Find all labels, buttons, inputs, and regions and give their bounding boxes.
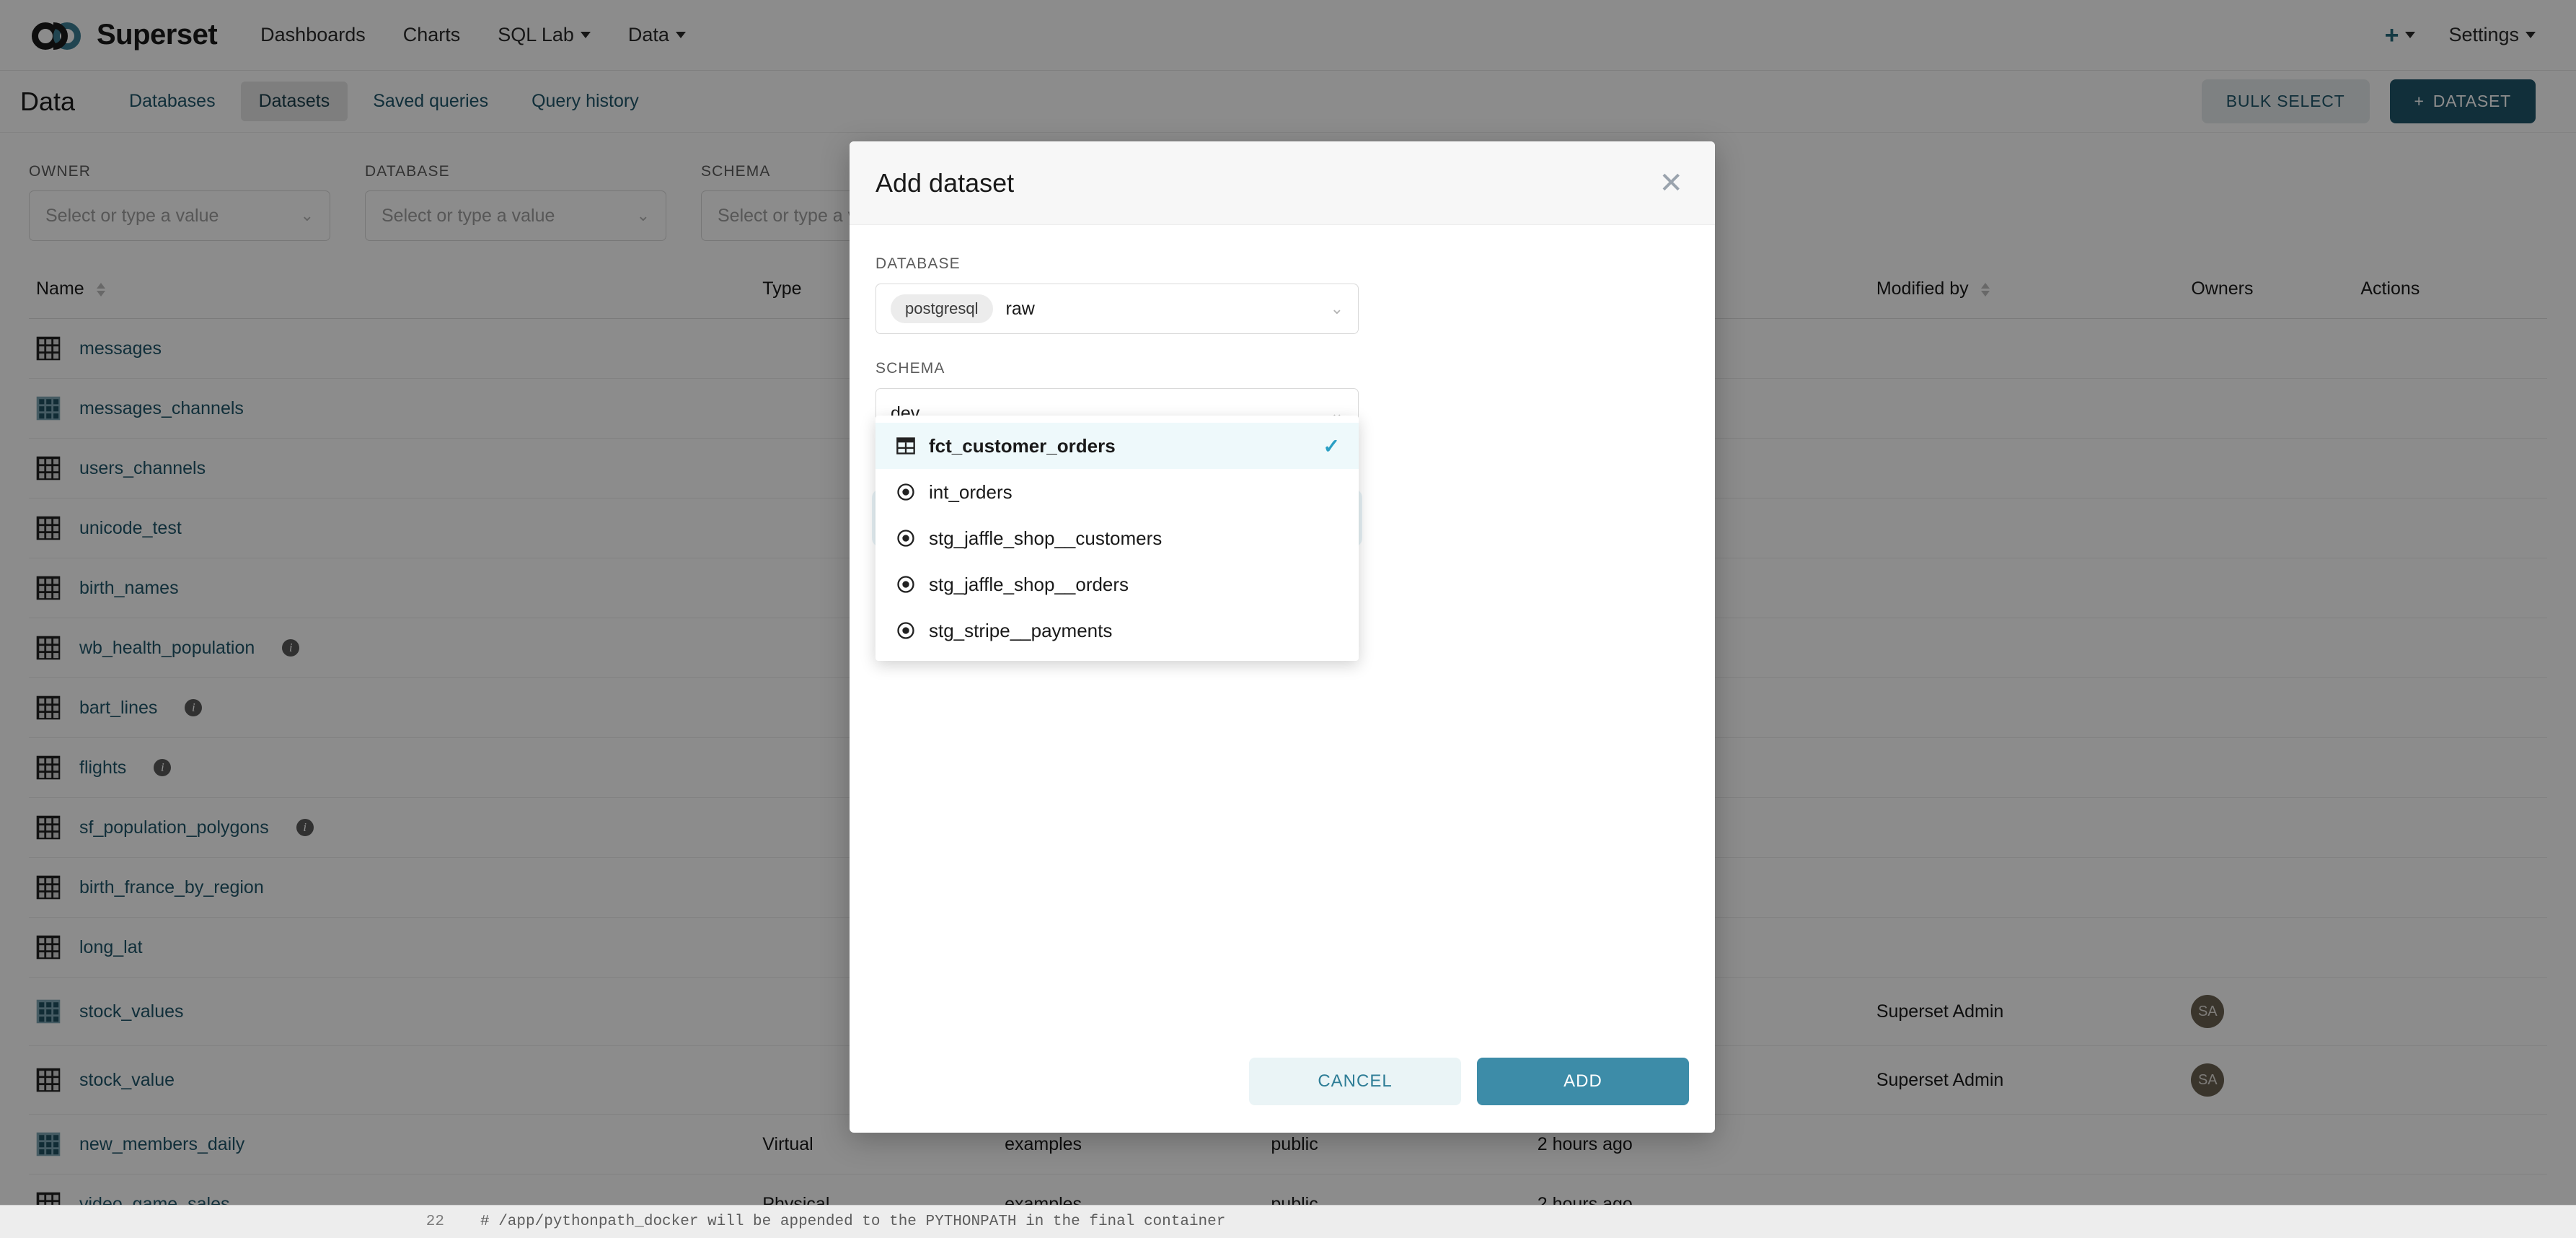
view-icon xyxy=(896,528,916,548)
table-schema-dropdown: fct_customer_orders ✓ int_orders stg_jaff… xyxy=(875,416,1359,661)
dropdown-option[interactable]: stg_stripe__payments xyxy=(875,607,1359,654)
terminal-line-number: 22 xyxy=(404,1213,454,1230)
dropdown-option[interactable]: stg_jaffle_shop__customers xyxy=(875,515,1359,561)
cancel-button[interactable]: CANCEL xyxy=(1249,1058,1461,1105)
dropdown-option[interactable]: fct_customer_orders ✓ xyxy=(875,423,1359,469)
database-select[interactable]: postgresql raw ⌄ xyxy=(875,284,1359,334)
terminal-code-line: # /app/pythonpath_docker will be appende… xyxy=(454,1213,1225,1230)
app-root: Superset Dashboards Charts SQL Lab Data xyxy=(0,0,2576,1238)
modal-footer: CANCEL ADD xyxy=(850,1030,1715,1133)
dropdown-option-label: stg_jaffle_shop__orders xyxy=(929,574,1129,596)
database-value: raw xyxy=(1006,299,1035,320)
check-icon: ✓ xyxy=(1323,434,1340,458)
table-icon xyxy=(896,436,916,456)
schema-field-label: SCHEMA xyxy=(875,360,1689,377)
add-button[interactable]: ADD xyxy=(1477,1058,1689,1105)
database-field: DATABASE postgresql raw ⌄ xyxy=(875,255,1689,334)
modal-title: Add dataset xyxy=(875,168,1014,198)
view-icon xyxy=(896,482,916,502)
dropdown-option-label: stg_jaffle_shop__customers xyxy=(929,527,1162,550)
view-icon xyxy=(896,620,916,641)
add-dataset-modal: Add dataset ✕ DATABASE postgresql raw ⌄ … xyxy=(850,141,1715,1133)
close-icon[interactable]: ✕ xyxy=(1659,169,1683,198)
terminal-strip: 22 # /app/pythonpath_docker will be appe… xyxy=(0,1205,2576,1238)
database-field-label: DATABASE xyxy=(875,255,1689,273)
dropdown-option-label: fct_customer_orders xyxy=(929,435,1116,457)
modal-body: DATABASE postgresql raw ⌄ SCHEMA dev ⌄ S… xyxy=(850,225,1715,1030)
database-engine-pill: postgresql xyxy=(891,294,993,323)
view-icon xyxy=(896,574,916,594)
dropdown-option[interactable]: int_orders xyxy=(875,469,1359,515)
dropdown-option-label: int_orders xyxy=(929,481,1013,504)
chevron-down-icon: ⌄ xyxy=(1331,299,1344,318)
dropdown-option-label: stg_stripe__payments xyxy=(929,620,1112,642)
modal-header: Add dataset ✕ xyxy=(850,141,1715,225)
dropdown-option[interactable]: stg_jaffle_shop__orders xyxy=(875,561,1359,607)
